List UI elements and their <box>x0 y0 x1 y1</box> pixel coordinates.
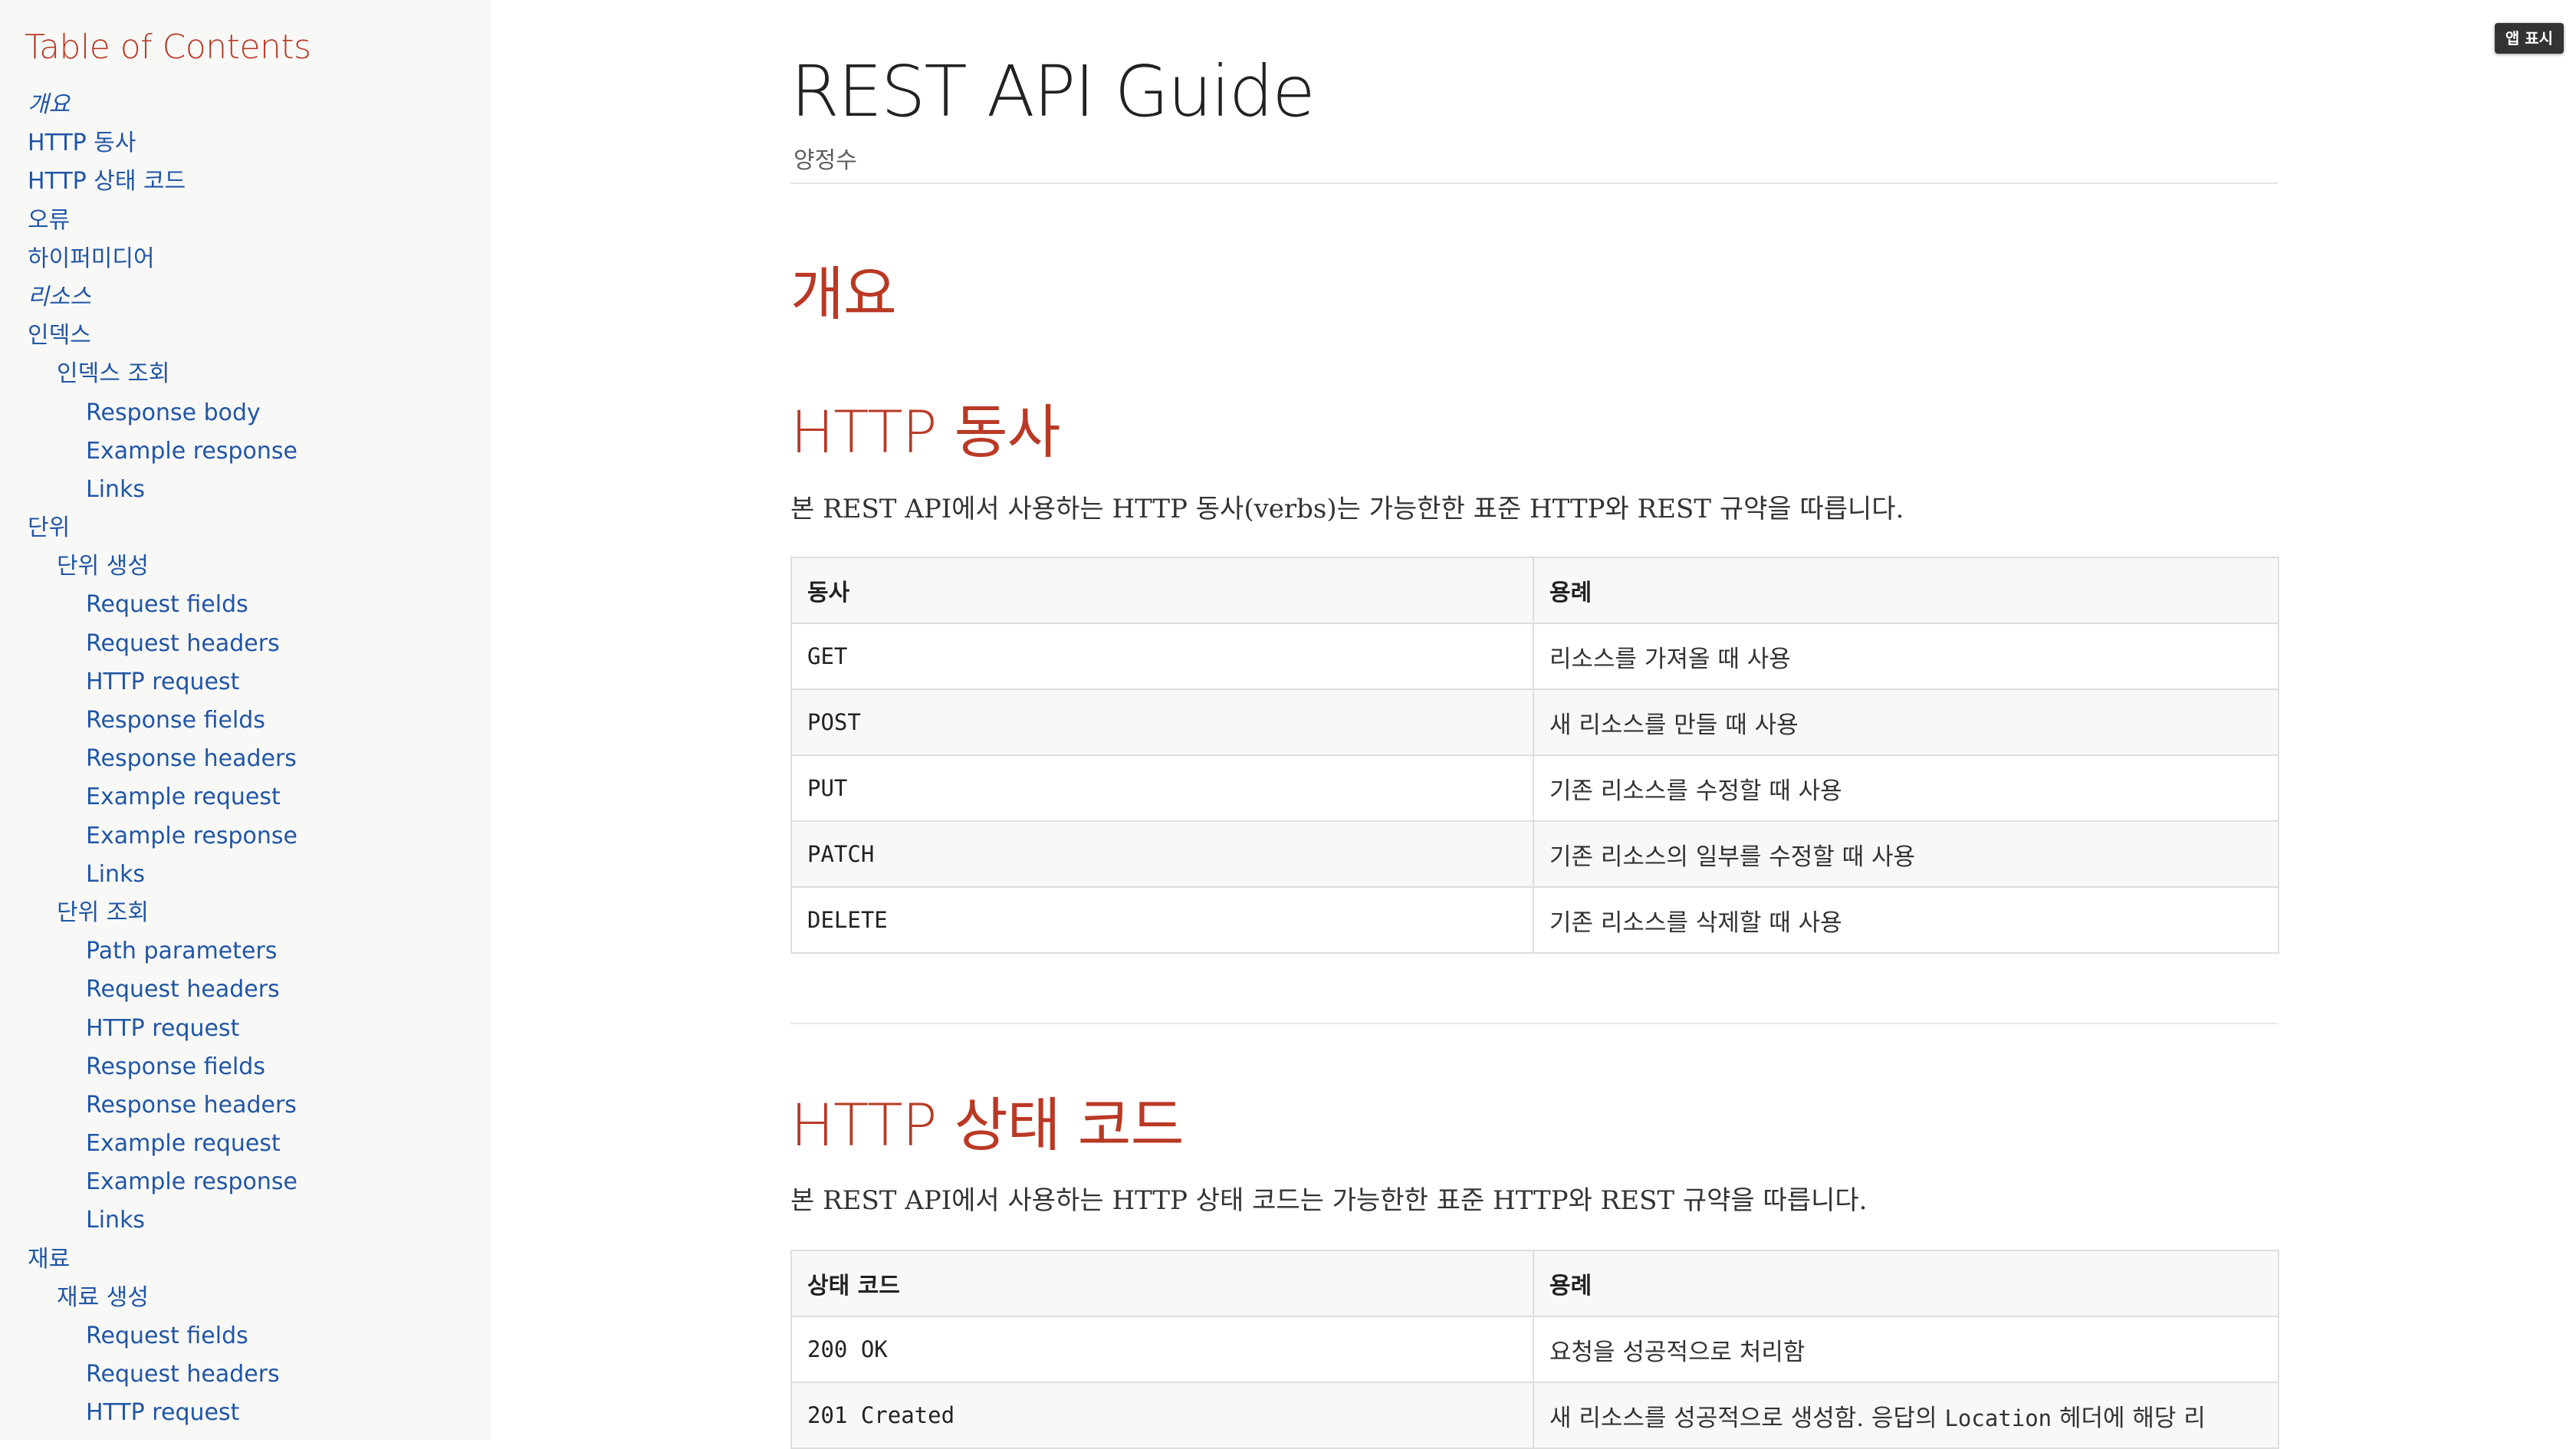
section-divider <box>790 1023 2278 1024</box>
section-title-verbs: HTTP 동사 <box>790 398 1060 466</box>
table-header-row: 동사 용례 <box>790 557 2279 624</box>
toc-link[interactable]: Example response <box>0 817 491 856</box>
header-name-code: Location <box>1944 1405 2052 1431</box>
toc-list: 개요 HTTP 동사 HTTP 상태 코드 오류 하이퍼미디어 리소스 인덱스 인덱스 조회 R… <box>0 86 491 1433</box>
page-title: REST API Guide <box>790 51 1316 133</box>
section-title-overview: 개요 <box>790 260 897 328</box>
status-intro: 본 REST API에서 사용하는 HTTP 상태 코드는 가능한한 표준 HT… <box>790 1185 1868 1216</box>
toc-link[interactable]: 단위 조회 <box>0 894 491 932</box>
toc-link[interactable]: 하이퍼미디어 <box>0 240 491 278</box>
table-row: POST 새 리소스를 만들 때 사용 <box>790 688 2279 756</box>
toc-link[interactable]: 단위 생성 <box>0 547 491 586</box>
toc-link[interactable]: 재료 <box>0 1240 491 1279</box>
toc-link[interactable]: Request headers <box>0 971 491 1009</box>
toc-link[interactable]: Path parameters <box>0 932 491 971</box>
status-codes-table: 상태 코드 용례 200 OK 요청을 성공적으로 처리함 201 Create… <box>790 1250 2279 1449</box>
verbs-table: 동사 용례 GET 리소스를 가져올 때 사용 POST 새 리소스를 만들 때… <box>790 557 2279 954</box>
toc-link[interactable]: Links <box>0 471 491 509</box>
toc-link[interactable]: Request fields <box>0 586 491 624</box>
toc-link[interactable]: 재료 생성 <box>0 1279 491 1317</box>
usage-cell: 기존 리소스를 삭제할 때 사용 <box>1533 886 2279 954</box>
toc-sidebar: Table of Contents 개요 HTTP 동사 HTTP 상태 코드 오류 하… <box>0 0 491 1440</box>
toc-link[interactable]: Response headers <box>0 740 491 778</box>
verb-cell: POST <box>790 688 1534 756</box>
toc-link[interactable]: Request fields <box>0 1317 491 1355</box>
verbs-intro: 본 REST API에서 사용하는 HTTP 동사(verbs)는 가능한한 표… <box>790 494 1904 524</box>
usage-cell: 리소스를 가져올 때 사용 <box>1533 623 2279 690</box>
toc-link[interactable]: 개요 <box>0 86 491 124</box>
table-header-row: 상태 코드 용례 <box>790 1250 2279 1317</box>
toc-link[interactable]: HTTP 상태 코드 <box>0 163 491 201</box>
toc-link[interactable]: HTTP request <box>0 1010 491 1048</box>
toc-link[interactable]: Links <box>0 1201 491 1240</box>
usage-cell: 새 리소스를 성공적으로 생성함. 응답의 Location 헤더에 해당 리 <box>1533 1382 2279 1449</box>
toc-link[interactable]: 인덱스 조회 <box>0 355 491 393</box>
table-row: PUT 기존 리소스를 수정할 때 사용 <box>790 754 2279 822</box>
usage-cell: 새 리소스를 만들 때 사용 <box>1533 688 2279 756</box>
table-row: 201 Created 새 리소스를 성공적으로 생성함. 응답의 Locati… <box>790 1382 2279 1449</box>
doc-author: 양정수 <box>794 147 857 174</box>
toc-title: Table of Contents <box>25 28 311 67</box>
verb-cell: DELETE <box>790 886 1534 954</box>
header-divider <box>790 182 2278 184</box>
toc-link[interactable]: Example response <box>0 1163 491 1201</box>
verb-cell: PUT <box>790 754 1534 822</box>
toc-link[interactable]: Links <box>0 856 491 894</box>
table-row: GET 리소스를 가져올 때 사용 <box>790 623 2279 690</box>
verb-cell: GET <box>790 623 1534 690</box>
status-code-cell: 200 OK <box>790 1316 1534 1383</box>
toc-link[interactable]: 인덱스 <box>0 317 491 355</box>
toc-link[interactable]: HTTP 동사 <box>0 124 491 163</box>
usage-cell: 기존 리소스의 일부를 수정할 때 사용 <box>1533 820 2279 888</box>
toc-link[interactable]: Response body <box>0 394 491 432</box>
toc-link[interactable]: 단위 <box>0 509 491 547</box>
usage-text: 새 리소스를 성공적으로 생성함. 응답의 <box>1549 1404 1945 1432</box>
usage-text: 헤더에 해당 리 <box>2052 1404 2206 1432</box>
usage-cell: 요청을 성공적으로 처리함 <box>1533 1316 2279 1383</box>
table-header-cell: 용례 <box>1533 1250 2279 1317</box>
toc-link[interactable]: 리소스 <box>0 278 491 317</box>
toc-link[interactable]: HTTP request <box>0 1394 491 1432</box>
table-row: PATCH 기존 리소스의 일부를 수정할 때 사용 <box>790 820 2279 888</box>
verb-cell: PATCH <box>790 820 1534 888</box>
toc-link[interactable]: Request headers <box>0 1355 491 1394</box>
toc-link[interactable]: Example response <box>0 432 491 471</box>
toc-link[interactable]: Response headers <box>0 1086 491 1125</box>
toc-link[interactable]: 오류 <box>0 202 491 240</box>
table-row: 200 OK 요청을 성공적으로 처리함 <box>790 1316 2279 1383</box>
toc-link[interactable]: Request headers <box>0 625 491 663</box>
status-code-cell: 201 Created <box>790 1382 1534 1449</box>
table-header-cell: 동사 <box>790 557 1534 624</box>
toc-link[interactable]: HTTP request <box>0 663 491 702</box>
toc-link[interactable]: Example request <box>0 778 491 816</box>
toc-link[interactable]: Response fields <box>0 702 491 740</box>
table-header-cell: 상태 코드 <box>790 1250 1534 1317</box>
table-row: DELETE 기존 리소스를 삭제할 때 사용 <box>790 886 2279 954</box>
toc-link[interactable]: Response fields <box>0 1048 491 1086</box>
table-header-cell: 용례 <box>1533 557 2279 624</box>
section-title-status-codes: HTTP 상태 코드 <box>790 1091 1184 1159</box>
show-app-button[interactable]: 앱 표시 <box>2494 23 2564 54</box>
toc-link[interactable]: Example request <box>0 1125 491 1163</box>
usage-cell: 기존 리소스를 수정할 때 사용 <box>1533 754 2279 822</box>
